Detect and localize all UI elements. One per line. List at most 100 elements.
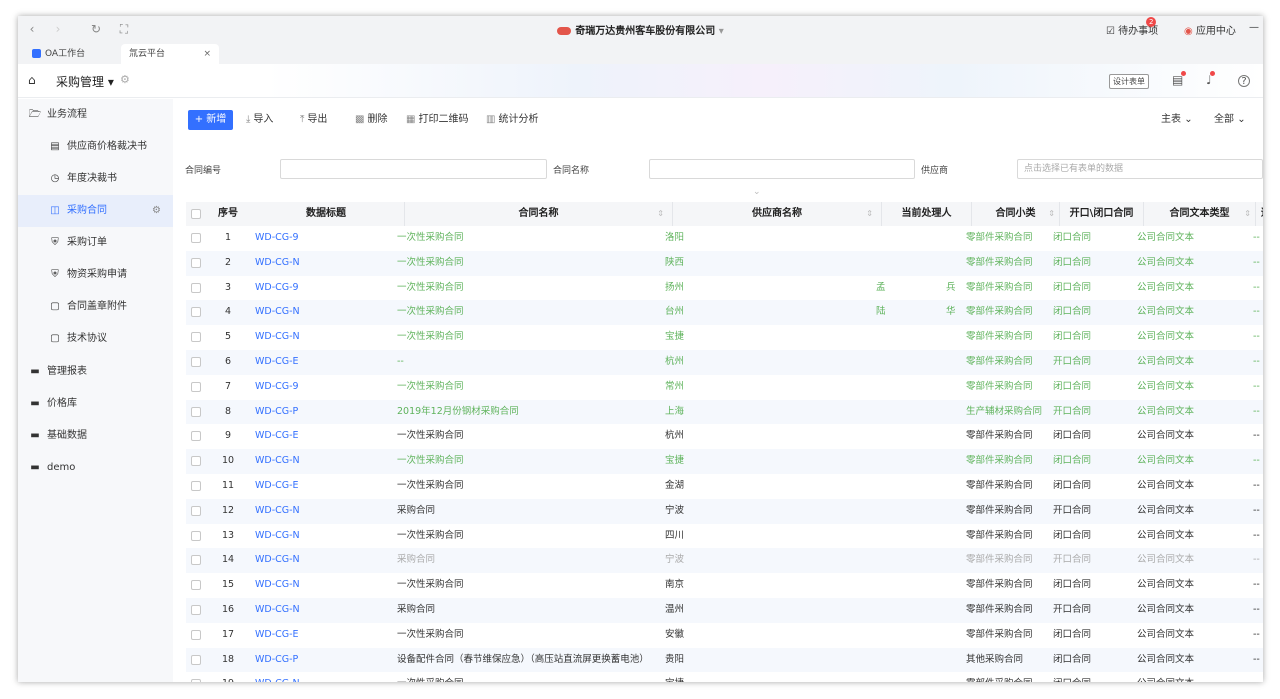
table-row[interactable]: 1 WD-CG-9 一次性采购合同 洛阳 零部件采购合同 闭口合同 公司合同文本 -- — [186, 226, 1263, 251]
export-button[interactable]: ⤒ 导出 — [300, 110, 327, 130]
row-checkbox[interactable] — [191, 505, 201, 516]
collapse-filter-icon[interactable]: ⌄ — [753, 187, 761, 197]
header-handler[interactable]: 当前处理人 — [882, 202, 972, 226]
row-checkbox[interactable] — [191, 530, 201, 541]
stats-button[interactable]: ▥ 统计分析 — [486, 110, 538, 130]
tab-h3yun[interactable]: 氚云平台 × — [121, 44, 219, 64]
table-row[interactable]: 10 WD-CG-N 一次性采购合同 宝捷 零部件采购合同 闭口合同 公司合同文本 -- — [186, 449, 1263, 474]
cell-data-title[interactable]: WD-CG-N — [255, 499, 315, 524]
sort-icon[interactable]: ⇕ — [657, 202, 664, 226]
row-checkbox[interactable] — [191, 654, 201, 665]
view-all-select[interactable]: 全部 ⌄ — [1214, 110, 1246, 130]
print-qr-button[interactable]: ▦ 打印二维码 — [406, 110, 468, 130]
contract-no-input[interactable] — [280, 159, 547, 179]
table-row[interactable]: 13 WD-CG-N 一次性采购合同 四川 零部件采购合同 闭口合同 公司合同文本 -- — [186, 524, 1263, 549]
table-row[interactable]: 17 WD-CG-E 一次性采购合同 安徽 零部件采购合同 闭口合同 公司合同文本 -- — [186, 623, 1263, 648]
cell-data-title[interactable]: WD-CG-E — [255, 350, 315, 375]
gear-icon[interactable]: ⚙ — [120, 73, 130, 86]
cell-data-title[interactable]: WD-CG-E — [255, 474, 315, 499]
cell-data-title[interactable]: WD-CG-N — [255, 251, 315, 276]
task-icon[interactable]: ▤ — [1172, 71, 1187, 87]
table-row[interactable]: 9 WD-CG-E 一次性采购合同 杭州 零部件采购合同 闭口合同 公司合同文本 -- — [186, 424, 1263, 449]
table-row[interactable]: 5 WD-CG-N 一次性采购合同 宝捷 零部件采购合同 闭口合同 公司合同文本 -- — [186, 325, 1263, 350]
sidebar-item-supplier-price-ruling[interactable]: ▤ 供应商价格裁决书 — [18, 131, 173, 163]
help-icon[interactable]: ? — [1238, 75, 1250, 87]
sidebar-item-demo[interactable]: ▬ demo — [18, 452, 173, 484]
row-checkbox[interactable] — [191, 679, 201, 682]
cell-data-title[interactable]: WD-CG-9 — [255, 276, 315, 301]
table-row[interactable]: 15 WD-CG-N 一次性采购合同 南京 零部件采购合同 闭口合同 公司合同文本 -- — [186, 573, 1263, 598]
row-checkbox[interactable] — [191, 307, 201, 318]
sort-icon[interactable]: ⇕ — [866, 202, 873, 226]
sidebar-item-purchase-order[interactable]: ⛨ 采购订单 — [18, 227, 173, 259]
table-row[interactable]: 4 WD-CG-N 一次性采购合同 台州 陆 华零部件采购合同 闭口合同 公司合同文本 -- — [186, 300, 1263, 326]
cell-data-title[interactable]: WD-CG-N — [255, 325, 315, 350]
cell-data-title[interactable]: WD-CG-N — [255, 573, 315, 598]
sort-icon[interactable]: ⇕ — [1048, 202, 1055, 226]
row-checkbox[interactable] — [191, 456, 201, 467]
row-checkbox[interactable] — [191, 233, 201, 243]
row-checkbox[interactable] — [191, 381, 201, 392]
sidebar-item-management-reports[interactable]: ▬ 管理报表 — [18, 356, 173, 388]
sidebar-item-material-request[interactable]: ⛨ 物资采购申请 — [18, 259, 173, 291]
row-checkbox[interactable] — [191, 605, 201, 615]
cell-data-title[interactable]: WD-CG-N — [255, 449, 315, 474]
row-checkbox[interactable] — [191, 406, 201, 417]
contract-name-input[interactable] — [649, 159, 915, 179]
module-selector[interactable]: 采购管理 ▾ — [56, 73, 114, 90]
header-subclass[interactable]: 合同小类 ⇕ — [972, 202, 1060, 226]
import-button[interactable]: ⤓ 导入 — [246, 110, 273, 130]
row-checkbox[interactable] — [191, 282, 201, 293]
cell-data-title[interactable]: WD-CG-N — [255, 672, 315, 682]
cell-data-title[interactable]: WD-CG-P — [255, 648, 315, 673]
table-row[interactable]: 12 WD-CG-N 采购合同 宁波 零部件采购合同 开口合同 公司合同文本 -- — [186, 498, 1263, 524]
cell-data-title[interactable]: WD-CG-P — [255, 400, 315, 425]
cell-data-title[interactable]: WD-CG-9 — [255, 375, 315, 400]
table-row[interactable]: 8 WD-CG-P 2019年12月份钢材采购合同 上海 生产辅材采购合同 开口合同 公司合… — [186, 399, 1263, 425]
app-center-button[interactable]: ◉ 应用中心 — [1184, 22, 1236, 37]
sidebar-item-annual-ruling[interactable]: ◷ 年度决裁书 — [18, 163, 173, 195]
sidebar-item-price-library[interactable]: ▬ 价格库 — [18, 388, 173, 420]
row-checkbox[interactable] — [191, 555, 201, 566]
header-contract-name[interactable]: 合同名称 ⇕ — [405, 202, 673, 226]
minimize-icon[interactable]: — — [1249, 22, 1259, 33]
row-checkbox[interactable] — [191, 257, 201, 268]
row-checkbox[interactable] — [191, 580, 201, 591]
row-checkbox[interactable] — [191, 629, 201, 640]
delete-button[interactable]: ▩ 删除 — [355, 110, 387, 130]
sidebar-item-business-process[interactable]: 🗁 业务流程 — [18, 99, 173, 131]
cell-data-title[interactable]: WD-CG-N — [255, 548, 315, 573]
supplier-input[interactable]: 点击选择已有表单的数据 — [1017, 159, 1263, 179]
table-row[interactable]: 3 WD-CG-9 一次性采购合同 扬州 孟 兵零部件采购合同 闭口合同 公司合同文本 -- — [186, 276, 1263, 301]
row-checkbox[interactable] — [191, 332, 201, 343]
table-row[interactable]: 16 WD-CG-N 采购合同 温州 零部件采购合同 开口合同 公司合同文本 -- — [186, 598, 1263, 623]
design-form-button[interactable]: 设计表单 — [1109, 74, 1149, 89]
sidebar-item-tech-agreement[interactable]: ▢ 技术协议 — [18, 323, 173, 355]
gear-icon[interactable]: ⚙ — [152, 195, 161, 227]
view-main-select[interactable]: 主表 ⌄ — [1161, 110, 1193, 130]
table-row[interactable]: 6 WD-CG-E -- 杭州 零部件采购合同 开口合同 公司合同文本 -- — [186, 350, 1263, 375]
cell-data-title[interactable]: WD-CG-N — [255, 524, 315, 549]
header-text-type[interactable]: 合同文本类型 ⇕ — [1144, 202, 1256, 226]
cell-data-title[interactable]: WD-CG-N — [255, 300, 315, 325]
cell-data-title[interactable]: WD-CG-E — [255, 424, 315, 449]
table-row[interactable]: 7 WD-CG-9 一次性采购合同 常州 零部件采购合同 闭口合同 公司合同文本 -- — [186, 375, 1263, 400]
table-row[interactable]: 11 WD-CG-E 一次性采购合同 金湖 零部件采购合同 闭口合同 公司合同文本 -- — [186, 474, 1263, 499]
row-checkbox[interactable] — [191, 357, 201, 367]
bell-icon[interactable]: ♩ — [1206, 71, 1215, 87]
new-button[interactable]: + 新增 — [188, 110, 233, 130]
header-data-title[interactable]: 数据标题 — [248, 202, 405, 226]
select-all-checkbox[interactable] — [191, 209, 201, 219]
sidebar-item-purchase-contract[interactable]: ◫ 采购合同 ⚙ — [18, 195, 173, 227]
sidebar-item-contract-seal-attachment[interactable]: ▢ 合同盖章附件 — [18, 291, 173, 323]
tab-oa-workbench[interactable]: OA工作台 — [24, 44, 119, 64]
row-checkbox[interactable] — [191, 481, 201, 491]
table-row[interactable]: 19 WD-CG-N 一次性采购合同宝捷 零部件采购合同闭口合同公司合同文本 -- — [186, 672, 1263, 682]
cell-data-title[interactable]: WD-CG-E — [255, 623, 315, 648]
table-row[interactable]: 14 WD-CG-N 采购合同 宁波 零部件采购合同 开口合同 公司合同文本 -- — [186, 548, 1263, 574]
table-row[interactable]: 18 WD-CG-P 设备配件合同（春节维保应急）（高压站直流屏更换蓄电池） 贵阳 其他… — [186, 647, 1263, 673]
home-icon[interactable]: ⌂ — [28, 73, 36, 87]
close-icon[interactable]: × — [203, 44, 211, 64]
window-title[interactable]: 奇瑞万达贵州客车股份有限公司 ▾ — [18, 22, 1263, 37]
sort-icon[interactable]: ⇕ — [1244, 202, 1251, 226]
